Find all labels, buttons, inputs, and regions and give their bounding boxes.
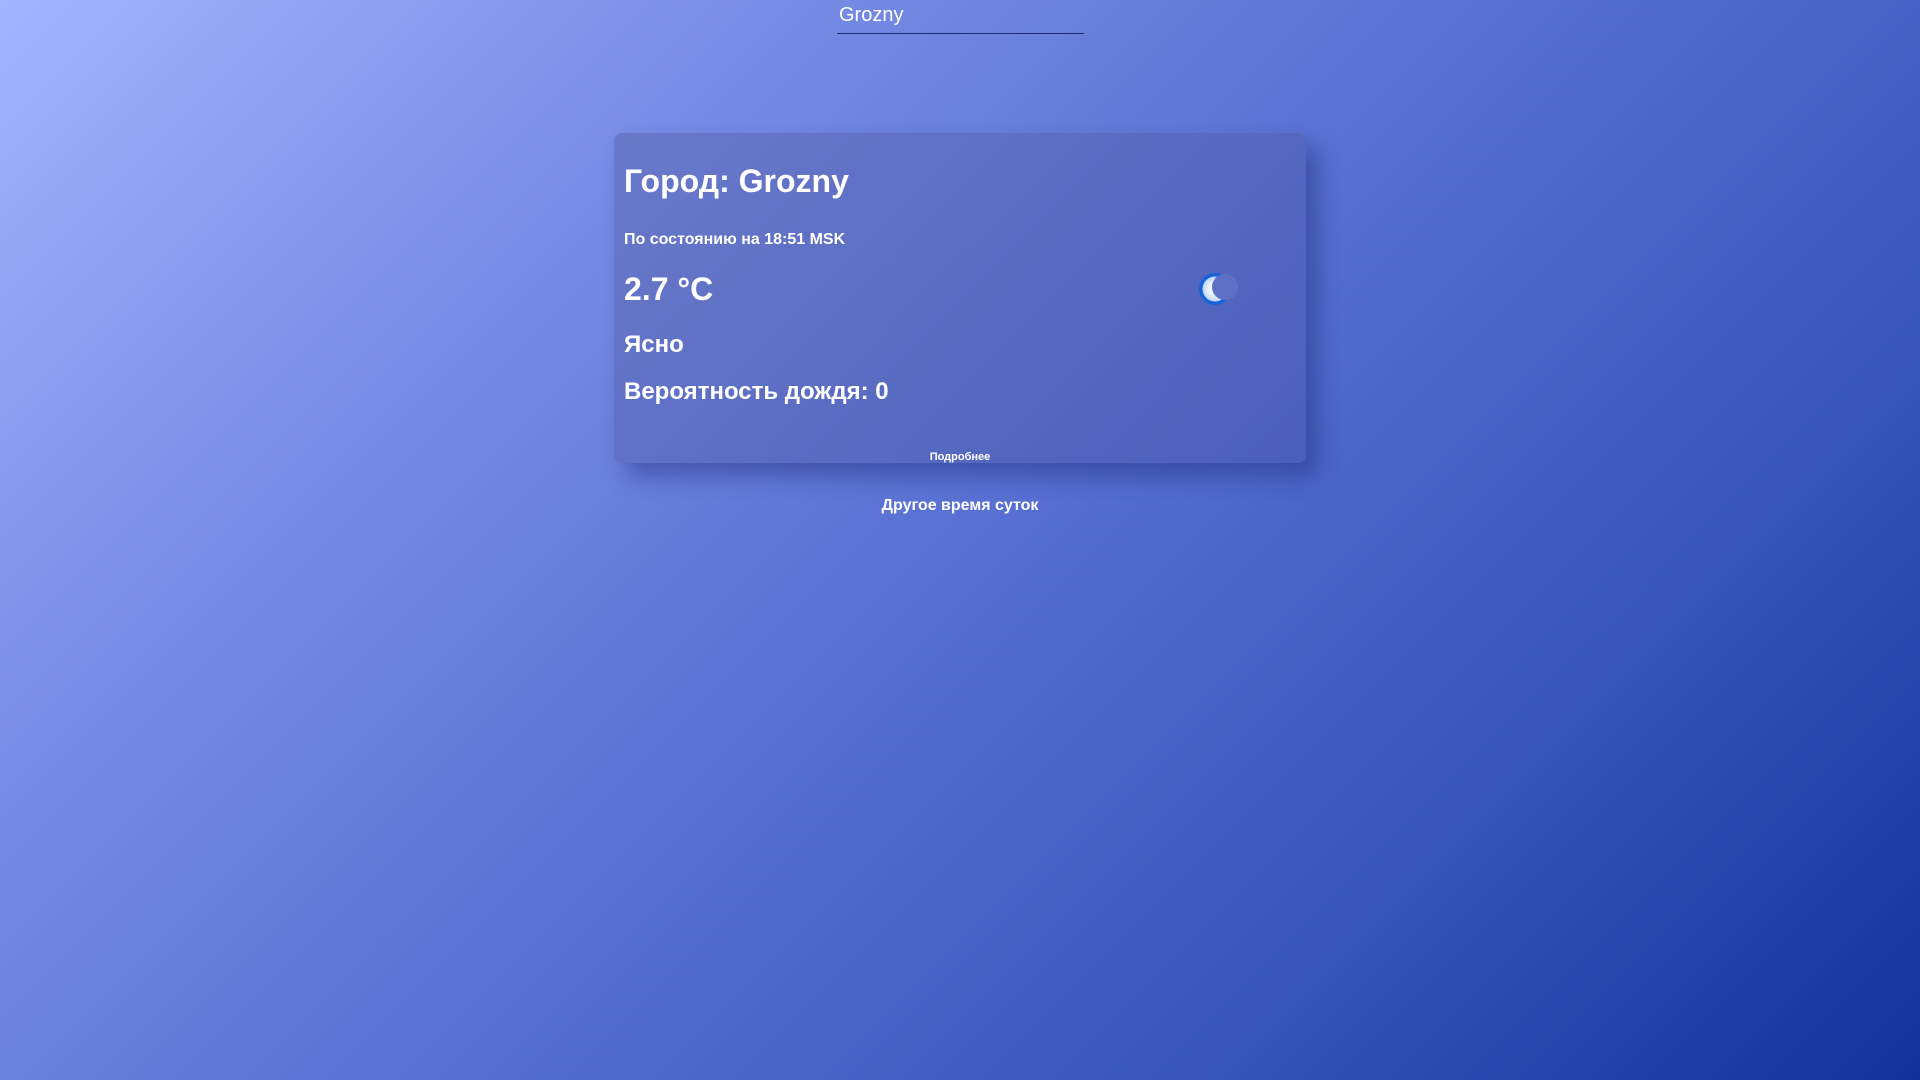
details-link[interactable]: Подробнее: [614, 451, 1306, 463]
other-time-link[interactable]: Другое время суток: [814, 497, 1106, 515]
city-title: Город: Grozny: [624, 163, 849, 199]
update-time: По состоянию на 18:51 MSK: [624, 231, 846, 248]
city-search-input[interactable]: [837, 0, 1084, 33]
weather-condition: Ясно: [624, 331, 684, 358]
city-search: [837, 0, 1084, 34]
weather-card: Город: Grozny По состоянию на 18:51 MSK …: [614, 133, 1306, 463]
moon-icon: [1199, 273, 1238, 305]
rain-probability: Вероятность дождя: 0: [624, 378, 889, 405]
temperature: 2.7 °C: [624, 271, 714, 307]
